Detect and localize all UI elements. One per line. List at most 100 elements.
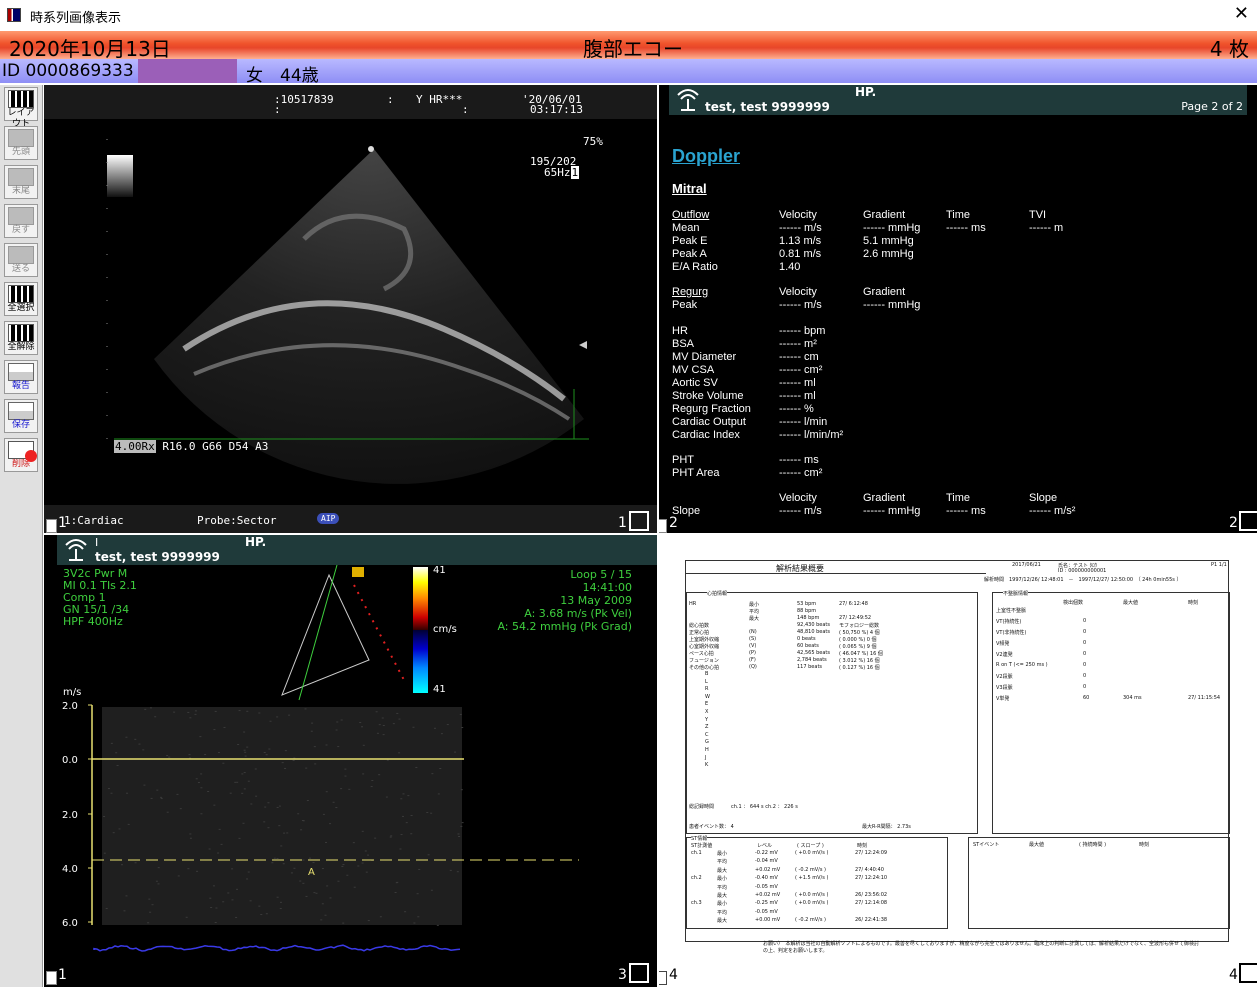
pht-value: ------ ms bbox=[779, 454, 819, 466]
acq-settings: 3V2c Pwr M MI 0.1 TIs 2.1 Comp 1 GN 15/1 /3… bbox=[63, 568, 137, 628]
noise-speck bbox=[176, 794, 178, 795]
deselect-all-icon bbox=[8, 324, 34, 342]
noise-speck bbox=[235, 917, 237, 918]
calc-name: Aortic SV bbox=[672, 377, 718, 389]
noise-speck bbox=[307, 800, 309, 801]
noise-speck bbox=[218, 752, 220, 753]
noise-speck bbox=[276, 858, 278, 859]
toolbar-button-label: 全選択 bbox=[5, 303, 37, 314]
arr-cell: VT(持続性) bbox=[996, 618, 1021, 625]
toolbar-button[interactable]: 保存 bbox=[4, 399, 38, 433]
noise-speck bbox=[189, 717, 191, 718]
noise-speck bbox=[460, 714, 462, 715]
noise-speck bbox=[315, 893, 317, 894]
image-panel-1[interactable]: :10517839 : Y HR*** '20/06/01 : : 03:17:… bbox=[44, 85, 657, 533]
noise-speck bbox=[437, 925, 439, 926]
holter-date: 2017/06/21 bbox=[1012, 562, 1041, 568]
select-checkbox[interactable] bbox=[1239, 963, 1257, 983]
toolbar-button[interactable]: 削除 bbox=[4, 438, 38, 472]
select-checkbox[interactable] bbox=[1239, 511, 1257, 531]
document-icon bbox=[659, 519, 667, 533]
calc-name: HR bbox=[672, 325, 688, 337]
patient-sex-age: 女 44歳 bbox=[246, 61, 319, 86]
exam-date: 2020年10月13日 bbox=[9, 33, 171, 62]
document-icon bbox=[46, 971, 57, 985]
panel-number-left: 1 bbox=[58, 967, 67, 983]
image-panel-3[interactable]: I test, test 9999999 HP. 3V2c Pwr M MI 0.… bbox=[44, 535, 657, 987]
noise-speck bbox=[387, 760, 389, 761]
heart-extra-row: Y bbox=[705, 717, 708, 723]
acq-time: 14:41:00 bbox=[497, 581, 632, 594]
aip-badge: AIP bbox=[317, 513, 339, 524]
noise-speck bbox=[128, 824, 130, 825]
exam-header: 2020年10月13日 腹部エコー 4 枚 bbox=[0, 31, 1257, 59]
noise-speck bbox=[396, 882, 398, 883]
st-cell: 平均 bbox=[717, 884, 727, 891]
gain-readout: 75% bbox=[583, 135, 603, 148]
noise-speck bbox=[313, 892, 315, 893]
q1-line2a: : bbox=[274, 103, 281, 116]
report-section: Mitral bbox=[672, 181, 707, 196]
noise-speck bbox=[248, 781, 250, 782]
measure-name: Mean bbox=[672, 222, 700, 234]
q1-line1b: : bbox=[387, 93, 394, 106]
st-cell: ch.2 bbox=[691, 875, 702, 881]
noise-speck bbox=[199, 736, 201, 737]
noise-speck bbox=[337, 746, 339, 747]
noise-speck bbox=[431, 773, 433, 774]
pht-name: PHT bbox=[672, 454, 694, 466]
noise-speck bbox=[246, 747, 248, 748]
noise-speck bbox=[147, 922, 149, 923]
toolbar-button[interactable]: 送る bbox=[4, 243, 38, 277]
patient-name-redacted bbox=[138, 59, 237, 83]
arr-title: 不整脈情報 bbox=[1003, 590, 1028, 597]
noise-speck bbox=[371, 780, 373, 781]
toolbar-button[interactable]: レイアウト bbox=[4, 87, 38, 121]
noise-speck bbox=[217, 853, 219, 854]
noise-speck bbox=[337, 881, 339, 882]
st-event-col-header: 時刻 bbox=[1139, 841, 1149, 848]
image-panel-4[interactable]: 解析結果概要 2017/06/21 氏名：テスト ﾀﾛｳ ID : 000000… bbox=[659, 535, 1257, 987]
toolbar-button[interactable]: 戻す bbox=[4, 204, 38, 238]
select-checkbox[interactable] bbox=[629, 511, 649, 531]
noise-speck bbox=[189, 833, 191, 834]
max-rr: 最大R-R間隔： 2.73s bbox=[862, 823, 911, 830]
measure-velocity: 0.81 m/s bbox=[779, 248, 821, 260]
toolbar-button[interactable]: 報告 bbox=[4, 360, 38, 394]
noise-speck bbox=[231, 899, 233, 900]
toolbar-button-label: 全解除 bbox=[5, 342, 37, 353]
noise-speck bbox=[359, 722, 361, 723]
doppler-readouts: Loop 5 / 15 14:41:00 13 May 2009 A: 3.68… bbox=[497, 568, 632, 633]
image-panel-2[interactable]: test, test 9999999 HP. Page 2 of 2 Doppl… bbox=[659, 85, 1257, 533]
noise-speck bbox=[236, 889, 238, 890]
noise-speck bbox=[366, 872, 368, 873]
noise-speck bbox=[103, 816, 105, 817]
st-event-col-header: 最大値 bbox=[1029, 841, 1044, 848]
select-checkbox[interactable] bbox=[629, 963, 649, 983]
sector-probe-diagram bbox=[274, 565, 414, 705]
noise-speck bbox=[204, 754, 206, 755]
toolbar-button[interactable]: 全解除 bbox=[4, 321, 38, 355]
toolbar-button[interactable]: 末尾 bbox=[4, 165, 38, 199]
noise-speck bbox=[377, 733, 379, 734]
noise-speck bbox=[167, 812, 169, 813]
noise-speck bbox=[399, 848, 401, 849]
document-icon bbox=[46, 519, 57, 533]
holter-page: P1 1/1 bbox=[1211, 562, 1227, 568]
noise-speck bbox=[374, 838, 376, 839]
noise-speck bbox=[222, 901, 224, 902]
noise-speck bbox=[166, 755, 168, 756]
noise-speck bbox=[186, 917, 188, 918]
slope-gradient: ------ mmHg bbox=[863, 505, 920, 517]
heart-cell: 148 bpm bbox=[797, 615, 819, 621]
column-header: Velocity bbox=[779, 286, 817, 298]
toolbar-button[interactable]: 全選択 bbox=[4, 282, 38, 316]
toolbar-button[interactable]: 先頭 bbox=[4, 126, 38, 160]
heart-cell: 最大 bbox=[749, 615, 759, 622]
arr-cell: 27/ 11:15:54 bbox=[1188, 695, 1220, 701]
noise-speck bbox=[231, 868, 233, 869]
close-icon[interactable]: ✕ bbox=[1234, 3, 1249, 24]
st-cell: +0.02 mV bbox=[755, 867, 780, 873]
holter-period: 解析時間 1997/12/26/ 12:48:01 － 1997/12/27/ … bbox=[984, 576, 1181, 583]
heart-extra-row: R bbox=[705, 686, 708, 692]
